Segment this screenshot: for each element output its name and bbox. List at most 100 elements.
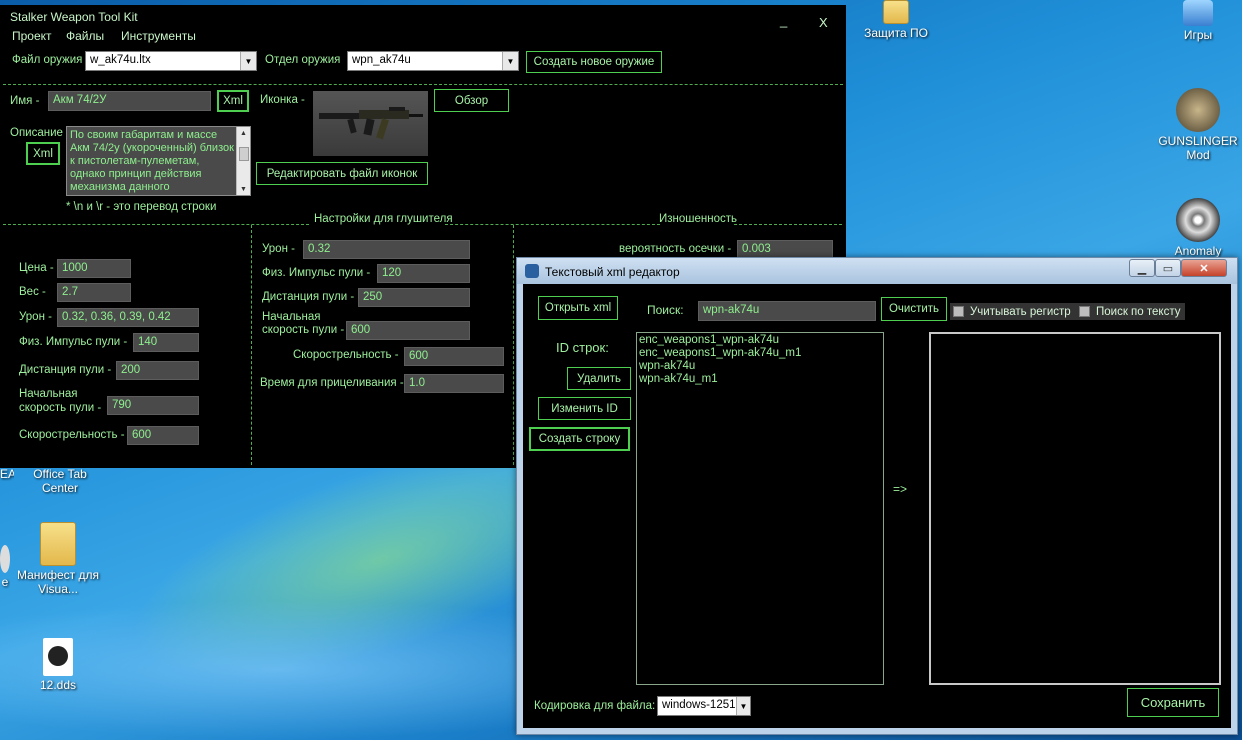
- distance-label: Дистанция пули -: [19, 364, 112, 376]
- rate-label: Скорострельность -: [19, 429, 125, 441]
- sil-speed-input[interactable]: 600: [346, 321, 470, 340]
- edit-icons-file-button[interactable]: Редактировать файл иконок: [256, 162, 428, 185]
- weapon-section-select[interactable]: wpn_ak74u ▼: [347, 51, 519, 71]
- disc-icon: [0, 545, 10, 573]
- desktop-icon-label: Манифест для Visua...: [16, 568, 99, 596]
- save-button[interactable]: Сохранить: [1127, 688, 1219, 717]
- encoding-select[interactable]: windows-1251 ▼: [657, 696, 751, 716]
- text-search-checkbox[interactable]: Поиск по тексту: [1076, 303, 1186, 320]
- scroll-thumb[interactable]: [239, 147, 249, 161]
- misfire-label: вероятность осечки -: [619, 243, 732, 255]
- weapon-file-select[interactable]: w_ak74u.ltx ▼: [85, 51, 257, 71]
- sil-rate-input[interactable]: 600: [404, 347, 504, 366]
- case-sensitive-checkbox[interactable]: Учитывать регистр: [950, 303, 1076, 320]
- desktop-icon-label: Игры: [1183, 28, 1213, 42]
- weapon-file-value: w_ak74u.ltx: [90, 54, 151, 66]
- name-input[interactable]: Акм 74/2У: [48, 91, 211, 111]
- anomaly-icon: [1176, 198, 1220, 242]
- speed-input[interactable]: 790: [107, 396, 199, 415]
- silencer-header: Настройки для глушителя: [314, 213, 453, 225]
- create-row-button[interactable]: Создать строку: [529, 427, 630, 451]
- desktop-icon-label: Защита ПО: [864, 26, 928, 40]
- rifle-icon: [319, 107, 423, 140]
- desktop-icon-igry[interactable]: Игры: [1158, 0, 1238, 42]
- desktop-icon-label: Anomaly: [1174, 244, 1222, 258]
- aim-time-label: Время для прицеливания -: [260, 377, 404, 389]
- rate-input[interactable]: 600: [127, 426, 199, 445]
- menu-files[interactable]: Файлы: [66, 29, 104, 43]
- description-textarea[interactable]: По своим габаритам и массе Акм 74/2у (ук…: [66, 126, 251, 196]
- window-title: Stalker Weapon Tool Kit: [10, 10, 138, 24]
- chevron-down-icon: ▼: [502, 52, 518, 70]
- damage-label: Урон -: [19, 311, 52, 323]
- create-weapon-button[interactable]: Создать новое оружие: [526, 51, 662, 73]
- xml-editor-window: Текстовый xml редактор ▁ ▭ ✕ Открыть xml…: [516, 257, 1238, 735]
- divider: [445, 224, 660, 225]
- scroll-down-icon[interactable]: ▼: [237, 183, 250, 195]
- menu-tools[interactable]: Инструменты: [121, 29, 196, 43]
- distance-input[interactable]: 200: [116, 361, 199, 380]
- desktop-icon-dds[interactable]: 12.dds: [28, 638, 88, 692]
- title-bar[interactable]: Текстовый xml редактор ▁ ▭ ✕: [517, 258, 1237, 284]
- list-item[interactable]: enc_weapons1_wpn-ak74u_m1: [639, 347, 881, 360]
- desktop-icon-label: Office Tab Center: [33, 467, 87, 495]
- checkbox-box: [953, 306, 964, 317]
- list-item[interactable]: wpn-ak74u: [639, 360, 881, 373]
- weight-input[interactable]: 2.7: [57, 283, 131, 302]
- checkbox-box: [1079, 306, 1090, 317]
- app-icon: [525, 264, 539, 278]
- folder-icon: [40, 522, 76, 566]
- dds-file-icon: [43, 638, 73, 676]
- description-text: По своим габаритам и массе Акм 74/2у (ук…: [70, 129, 234, 193]
- browse-button[interactable]: Обзор: [434, 89, 509, 112]
- sil-impulse-input[interactable]: 120: [377, 264, 470, 283]
- clear-button[interactable]: Очистить: [881, 297, 947, 321]
- divider: [3, 84, 843, 85]
- weight-label: Вес -: [19, 286, 46, 298]
- impulse-input[interactable]: 140: [133, 333, 199, 352]
- id-list[interactable]: enc_weapons1_wpn-ak74u enc_weapons1_wpn-…: [636, 332, 884, 685]
- sil-damage-input[interactable]: 0.32: [303, 240, 470, 259]
- weapon-section-label: Отдел оружия: [265, 54, 341, 66]
- open-xml-button[interactable]: Открыть xml: [538, 296, 618, 320]
- sil-distance-input[interactable]: 250: [358, 288, 470, 307]
- icon-label: Иконка -: [260, 94, 305, 106]
- scroll-up-icon[interactable]: ▲: [237, 127, 250, 139]
- description-xml-button[interactable]: Xml: [26, 142, 60, 165]
- sil-speed-label: Начальная скорость пули -: [262, 311, 345, 336]
- desktop-icon-ea[interactable]: EA: [0, 467, 14, 481]
- delete-button[interactable]: Удалить: [567, 367, 631, 390]
- wear-header: Изношенность: [659, 213, 738, 225]
- damage-input[interactable]: 0.32, 0.36, 0.39, 0.42: [57, 308, 199, 327]
- aim-time-input[interactable]: 1.0: [404, 374, 504, 393]
- sil-damage-label: Урон -: [262, 243, 295, 255]
- xml-editor-body: Открыть xml Поиск: wpn-ak74u Очистить Уч…: [523, 284, 1231, 728]
- desktop-icon-office-tab[interactable]: Office Tab Center: [20, 467, 100, 495]
- change-id-button[interactable]: Изменить ID: [538, 397, 631, 420]
- name-label: Имя -: [10, 95, 40, 107]
- price-input[interactable]: 1000: [57, 259, 131, 278]
- weapon-icon-preview: [313, 91, 428, 156]
- speed-label: Начальная скорость пули -: [19, 388, 102, 414]
- maximize-button[interactable]: ▭: [1155, 259, 1181, 277]
- scrollbar[interactable]: ▲ ▼: [236, 127, 250, 195]
- desktop-icon-manifest[interactable]: Манифест для Visua...: [16, 522, 100, 596]
- minimize-button[interactable]: ▁: [1129, 259, 1155, 277]
- close-button[interactable]: X: [819, 15, 828, 30]
- price-label: Цена -: [19, 262, 54, 274]
- name-xml-button[interactable]: Xml: [217, 90, 249, 112]
- menu-project[interactable]: Проект: [12, 29, 52, 43]
- minimize-button[interactable]: _: [780, 13, 787, 28]
- id-rows-label: ID строк:: [556, 340, 609, 355]
- desktop-icon-partial[interactable]: е: [0, 545, 10, 589]
- desktop-icon-zashita[interactable]: Защита ПО: [856, 0, 936, 40]
- search-input[interactable]: wpn-ak74u: [698, 301, 876, 321]
- close-button[interactable]: ✕: [1181, 259, 1227, 277]
- desktop-icon-gunslinger[interactable]: GUNSLINGER Mod: [1158, 88, 1238, 162]
- xml-text-area[interactable]: [929, 332, 1221, 685]
- desktop-icon-anomaly[interactable]: Anomaly: [1158, 198, 1238, 258]
- weapon-section-value: wpn_ak74u: [352, 54, 411, 66]
- list-item[interactable]: enc_weapons1_wpn-ak74u: [639, 334, 881, 347]
- games-icon: [1183, 0, 1213, 26]
- list-item[interactable]: wpn-ak74u_m1: [639, 373, 881, 386]
